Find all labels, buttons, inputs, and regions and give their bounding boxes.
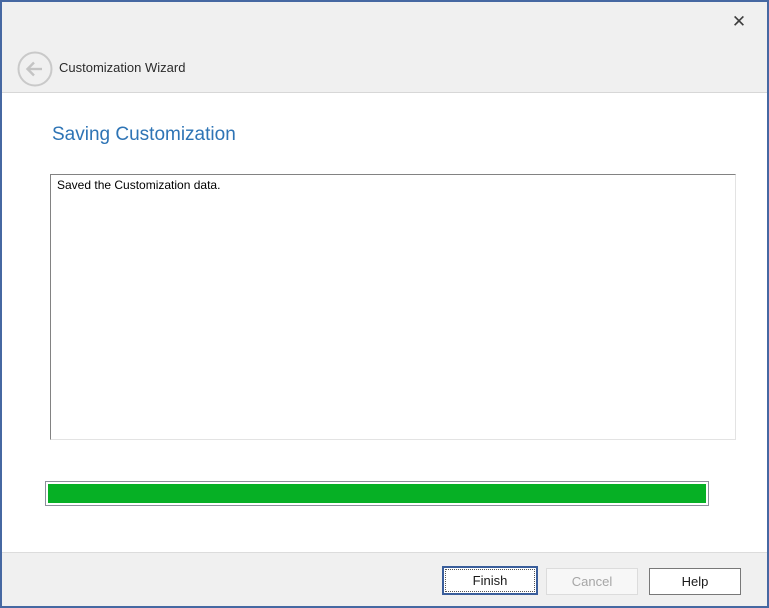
help-button[interactable]: Help xyxy=(649,568,741,595)
cancel-button[interactable]: Cancel xyxy=(546,568,638,595)
back-button[interactable] xyxy=(16,50,54,88)
wizard-header: ✕ Customization Wizard xyxy=(2,2,767,93)
close-icon[interactable]: ✕ xyxy=(727,10,751,34)
wizard-dialog: ✕ Customization Wizard Saving Customizat… xyxy=(0,0,769,608)
status-log-line: Saved the Customization data. xyxy=(57,178,729,193)
finish-button[interactable]: Finish xyxy=(442,566,538,595)
progress-bar-fill xyxy=(48,484,706,503)
progress-bar xyxy=(45,481,709,506)
status-log-listbox[interactable]: Saved the Customization data. xyxy=(50,174,736,440)
page-title: Saving Customization xyxy=(52,124,236,146)
wizard-title: Customization Wizard xyxy=(59,60,185,75)
back-arrow-circle-icon xyxy=(16,50,54,88)
